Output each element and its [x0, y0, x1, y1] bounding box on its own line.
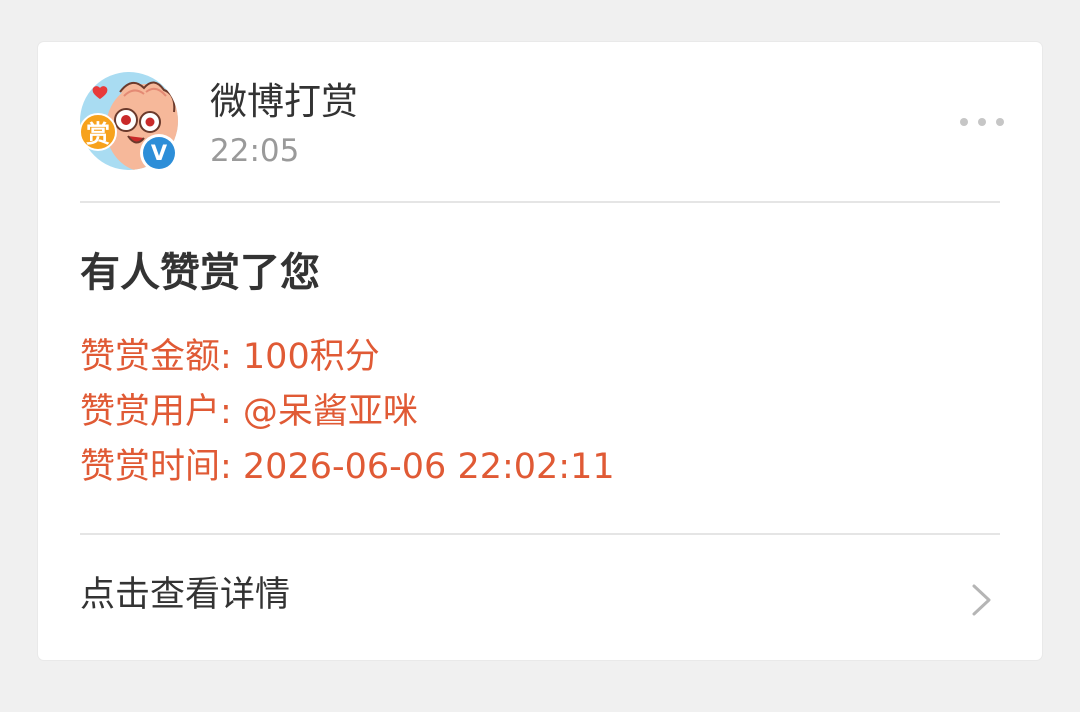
view-details-link[interactable]: 点击查看详情 — [38, 535, 1042, 660]
verified-mark: V — [143, 137, 175, 169]
reward-user: 赞赏用户: @呆酱亚咪 — [80, 392, 418, 432]
view-details-label: 点击查看详情 — [80, 575, 291, 615]
reward-amount: 赞赏金额: 100积分 — [80, 337, 380, 377]
sender-name[interactable]: 微博打赏 — [210, 80, 358, 124]
avatar-badge-text: 赏 — [86, 120, 110, 148]
more-dots-icon — [978, 118, 986, 126]
chevron-right-icon — [972, 584, 991, 616]
message-title: 有人赞赏了您 — [80, 250, 320, 296]
header-divider — [80, 201, 1000, 203]
more-options-button[interactable] — [960, 112, 1004, 132]
more-dots-icon — [996, 118, 1004, 126]
message-time: 22:05 — [210, 133, 300, 169]
reward-details: 赞赏金额: 100积分 赞赏用户: @呆酱亚咪 赞赏时间: 2026-06-06… — [80, 330, 615, 495]
notification-card[interactable]: 赏 V 微博打赏 22:05 有人赞赏了您 赞赏金额: 100积分 赞赏用户: … — [38, 42, 1042, 660]
reward-time: 赞赏时间: 2026-06-06 22:02:11 — [80, 447, 615, 487]
verified-badge-icon: V — [140, 134, 178, 172]
more-dots-icon — [960, 118, 968, 126]
card-header: 赏 V 微博打赏 22:05 — [38, 42, 1042, 202]
